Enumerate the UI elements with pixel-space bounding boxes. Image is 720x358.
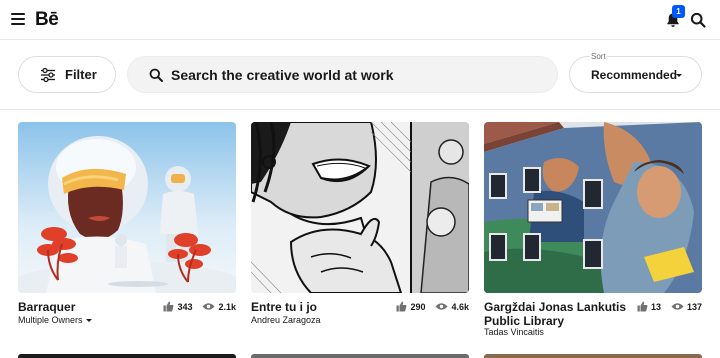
sort-caption: Sort bbox=[590, 52, 607, 61]
appreciation-count: 13 bbox=[650, 301, 661, 312]
filter-button[interactable]: Filter bbox=[18, 56, 116, 93]
next-project-thumbnail[interactable] bbox=[484, 354, 702, 358]
filter-bar: Filter Sort Recommended bbox=[0, 40, 720, 110]
appreciation-count: 343 bbox=[177, 301, 193, 312]
project-title-line-1: Gargždai Jonas Lankutis bbox=[484, 300, 627, 314]
hamburger-menu-icon[interactable] bbox=[11, 13, 25, 25]
filter-button-label: Filter bbox=[65, 67, 97, 82]
next-project-thumbnail[interactable] bbox=[18, 354, 236, 358]
project-title[interactable]: Entre tu i jo bbox=[251, 300, 317, 314]
behance-logo[interactable]: Bē bbox=[35, 9, 59, 31]
project-card: Entre tu i jo Andreu Zaragoza 290 4.6k bbox=[251, 122, 469, 325]
view-count: 2.1k bbox=[218, 301, 236, 312]
project-title[interactable]: Barraquer bbox=[18, 300, 75, 314]
eye-icon bbox=[435, 303, 448, 310]
view-count: 4.6k bbox=[451, 301, 469, 312]
project-thumbnail-gargzdai-library[interactable] bbox=[484, 122, 702, 293]
project-owner-dropdown[interactable]: Multiple Owners bbox=[18, 315, 92, 325]
project-stats: 343 2.1k bbox=[163, 301, 236, 312]
notification-count-badge: 1 bbox=[672, 5, 685, 18]
search-icon bbox=[149, 68, 163, 82]
next-project-thumbnail[interactable] bbox=[251, 354, 469, 358]
sort-dropdown[interactable]: Recommended bbox=[569, 56, 702, 93]
view-count: 137 bbox=[686, 301, 702, 312]
thumbs-up-icon bbox=[637, 301, 648, 312]
chevron-down-icon bbox=[85, 319, 92, 323]
top-navigation-bar: Bē 1 bbox=[0, 0, 720, 40]
project-stats: 290 4.6k bbox=[396, 301, 469, 312]
project-stats: 13 137 bbox=[637, 301, 702, 312]
thumbs-up-icon bbox=[396, 301, 407, 312]
project-title[interactable]: Gargždai Jonas Lankutis Public Library bbox=[484, 300, 626, 328]
project-owner[interactable]: Andreu Zaragoza bbox=[251, 315, 321, 325]
search-icon[interactable] bbox=[690, 12, 706, 28]
project-owner[interactable]: Tadas Vincaitis bbox=[484, 327, 544, 337]
project-thumbnail-barraquer[interactable] bbox=[18, 122, 236, 293]
thumbs-up-icon bbox=[163, 301, 174, 312]
project-card: Gargždai Jonas Lankutis Public Library T… bbox=[484, 122, 702, 337]
sliders-icon bbox=[41, 68, 55, 82]
project-owner: Multiple Owners bbox=[18, 315, 83, 325]
project-thumbnail-entre-tu-i-jo[interactable] bbox=[251, 122, 469, 293]
chevron-down-icon bbox=[676, 74, 682, 77]
search-input[interactable] bbox=[171, 64, 541, 86]
search-bar[interactable] bbox=[127, 56, 558, 93]
eye-icon bbox=[671, 303, 684, 310]
project-title-line-2: Public Library bbox=[484, 314, 565, 328]
sort-selected-value: Recommended bbox=[591, 68, 678, 82]
eye-icon bbox=[202, 303, 215, 310]
appreciation-count: 290 bbox=[410, 301, 426, 312]
project-card: Barraquer Multiple Owners 343 2.1k bbox=[18, 122, 236, 325]
